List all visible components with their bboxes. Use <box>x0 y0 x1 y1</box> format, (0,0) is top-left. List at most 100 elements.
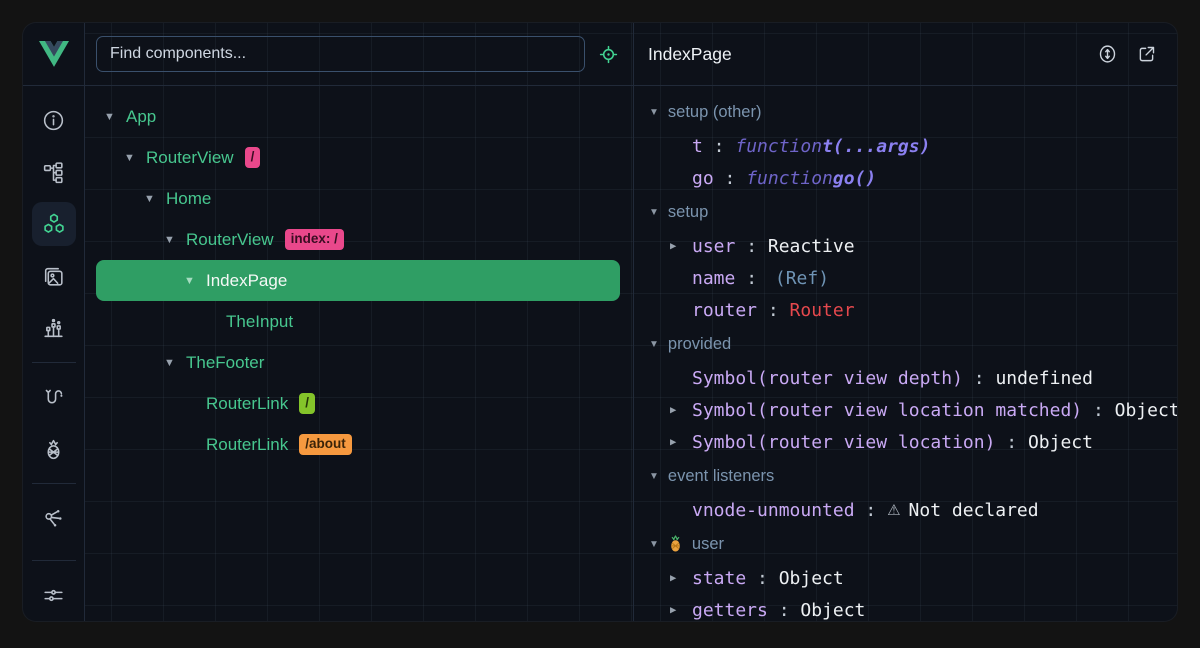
tree-row[interactable]: TheInput <box>96 301 620 342</box>
state-key: user <box>692 236 735 257</box>
sidebar-item-pages[interactable] <box>32 150 76 194</box>
section-label: user <box>692 535 724 554</box>
state-key: Symbol(router view location) <box>692 432 995 453</box>
chevron-right-icon[interactable]: ▶ <box>670 404 692 416</box>
function-signature: t(...args) <box>822 136 930 157</box>
tree-row[interactable]: RouterLink /about <box>96 424 620 465</box>
tree-row[interactable]: ▼ TheFooter <box>96 342 620 383</box>
scroll-to-component-button[interactable] <box>1097 43 1118 65</box>
assets-image-icon <box>41 264 66 289</box>
state-row[interactable]: router : Router <box>634 294 1177 326</box>
route-badge: index: / <box>285 229 344 250</box>
sidebar-item-assets[interactable] <box>32 254 76 298</box>
devtools-window: ▼ App ▼ RouterView / ▼ Home ▼ RouterView… <box>22 22 1178 622</box>
state-row[interactable]: Symbol(router view depth) : undefined <box>634 362 1177 394</box>
colon: : <box>768 600 801 621</box>
tree-row[interactable]: ▼ App <box>96 96 620 137</box>
chevron-down-icon: ▼ <box>649 107 659 118</box>
inspector-panel: IndexPage <box>634 23 1177 621</box>
state-section-user-store[interactable]: ▼ user <box>634 526 1177 562</box>
chevron-down-icon: ▼ <box>649 471 659 482</box>
component-name: RouterView <box>186 230 274 250</box>
tree-row-selected[interactable]: ▼ IndexPage <box>96 260 620 301</box>
chevron-down-icon[interactable]: ▼ <box>104 111 126 123</box>
state-row[interactable]: ▶ state : Object <box>634 562 1177 594</box>
router-route-icon <box>41 385 66 410</box>
tree-header <box>85 23 633 86</box>
sidebar-item-graph[interactable] <box>32 496 76 540</box>
state-section-event-listeners[interactable]: ▼ event listeners <box>634 458 1177 494</box>
chevron-right-icon[interactable]: ▶ <box>670 572 692 584</box>
state-row[interactable]: vnode-unmounted : ⚠Not declared <box>634 494 1177 526</box>
state-section-provided[interactable]: ▼ provided <box>634 326 1177 362</box>
section-label: provided <box>668 335 731 354</box>
state-row[interactable]: ▶ Symbol(router view location) : Object <box>634 426 1177 458</box>
chevron-down-icon[interactable]: ▼ <box>124 152 146 164</box>
vue-logo-icon <box>39 41 69 67</box>
state-key: router <box>692 300 757 321</box>
colon: : <box>757 300 790 321</box>
inspector-title: IndexPage <box>648 44 732 65</box>
colon: : <box>1082 400 1115 421</box>
pinia-pineapple-icon <box>41 437 66 462</box>
state-value: undefined <box>995 368 1093 389</box>
tree-row[interactable]: ▼ RouterView index: / <box>96 219 620 260</box>
function-keyword: function <box>746 168 833 189</box>
state-row[interactable]: t : function t(...args) <box>634 130 1177 162</box>
chevron-down-icon: ▼ <box>649 339 659 350</box>
state-row[interactable]: ▶ getters : Object <box>634 594 1177 621</box>
colon: : <box>995 432 1028 453</box>
open-in-editor-icon <box>1136 44 1157 65</box>
search-input[interactable] <box>96 36 585 72</box>
component-name: TheInput <box>226 312 293 332</box>
tree-row[interactable]: RouterLink / <box>96 383 620 424</box>
components-hexagons-icon <box>41 211 67 237</box>
state-key: name <box>692 268 735 289</box>
component-tree-panel: ▼ App ▼ RouterView / ▼ Home ▼ RouterView… <box>85 23 634 621</box>
tree-row[interactable]: ▼ Home <box>96 178 620 219</box>
vue-logo[interactable] <box>23 23 84 86</box>
state-key: getters <box>692 600 768 621</box>
open-in-editor-button[interactable] <box>1136 44 1157 65</box>
sidebar-item-timeline[interactable] <box>32 306 76 350</box>
state-value: Object <box>800 600 865 621</box>
state-row[interactable]: go : function go() <box>634 162 1177 194</box>
chevron-down-icon[interactable]: ▼ <box>144 193 166 205</box>
target-icon <box>598 44 619 65</box>
state-row[interactable]: ▶ user : Reactive <box>634 230 1177 262</box>
chevron-right-icon[interactable]: ▶ <box>670 240 692 252</box>
tree-row[interactable]: ▼ RouterView / <box>96 137 620 178</box>
state-value: Object <box>779 568 844 589</box>
inspector-actions <box>1097 43 1157 65</box>
state-section-setup[interactable]: ▼ setup <box>634 194 1177 230</box>
sidebar-item-router[interactable] <box>32 375 76 419</box>
sidebar-nav <box>23 86 84 622</box>
colon: : <box>735 268 768 289</box>
sidebar-divider <box>32 362 76 363</box>
state-section-setup-other[interactable]: ▼ setup (other) <box>634 94 1177 130</box>
component-name: RouterLink <box>206 435 288 455</box>
route-badge: / <box>245 147 261 168</box>
colon: : <box>746 568 779 589</box>
info-icon <box>41 108 66 133</box>
chevron-down-icon[interactable]: ▼ <box>164 234 186 246</box>
sidebar-item-pinia[interactable] <box>32 427 76 471</box>
sidebar-item-settings[interactable] <box>32 573 76 617</box>
sidebar <box>23 23 85 621</box>
sidebar-item-overview[interactable] <box>32 98 76 142</box>
state-row[interactable]: ▶ Symbol(router view location matched) :… <box>634 394 1177 426</box>
component-picker-button[interactable] <box>598 44 619 65</box>
sidebar-item-components[interactable] <box>32 202 76 246</box>
state-row[interactable]: name : (Ref) <box>634 262 1177 294</box>
state-value: (Ref) <box>775 268 829 289</box>
state-key: Symbol(router view depth) <box>692 368 963 389</box>
chevron-right-icon[interactable]: ▶ <box>670 604 692 616</box>
state-value: Reactive <box>768 236 855 257</box>
component-name: TheFooter <box>186 353 264 373</box>
component-tree-icon <box>41 160 66 185</box>
chevron-right-icon[interactable]: ▶ <box>670 436 692 448</box>
chevron-down-icon[interactable]: ▼ <box>184 275 206 287</box>
chevron-down-icon[interactable]: ▼ <box>164 357 186 369</box>
component-name: RouterView <box>146 148 234 168</box>
component-name: App <box>126 107 156 127</box>
